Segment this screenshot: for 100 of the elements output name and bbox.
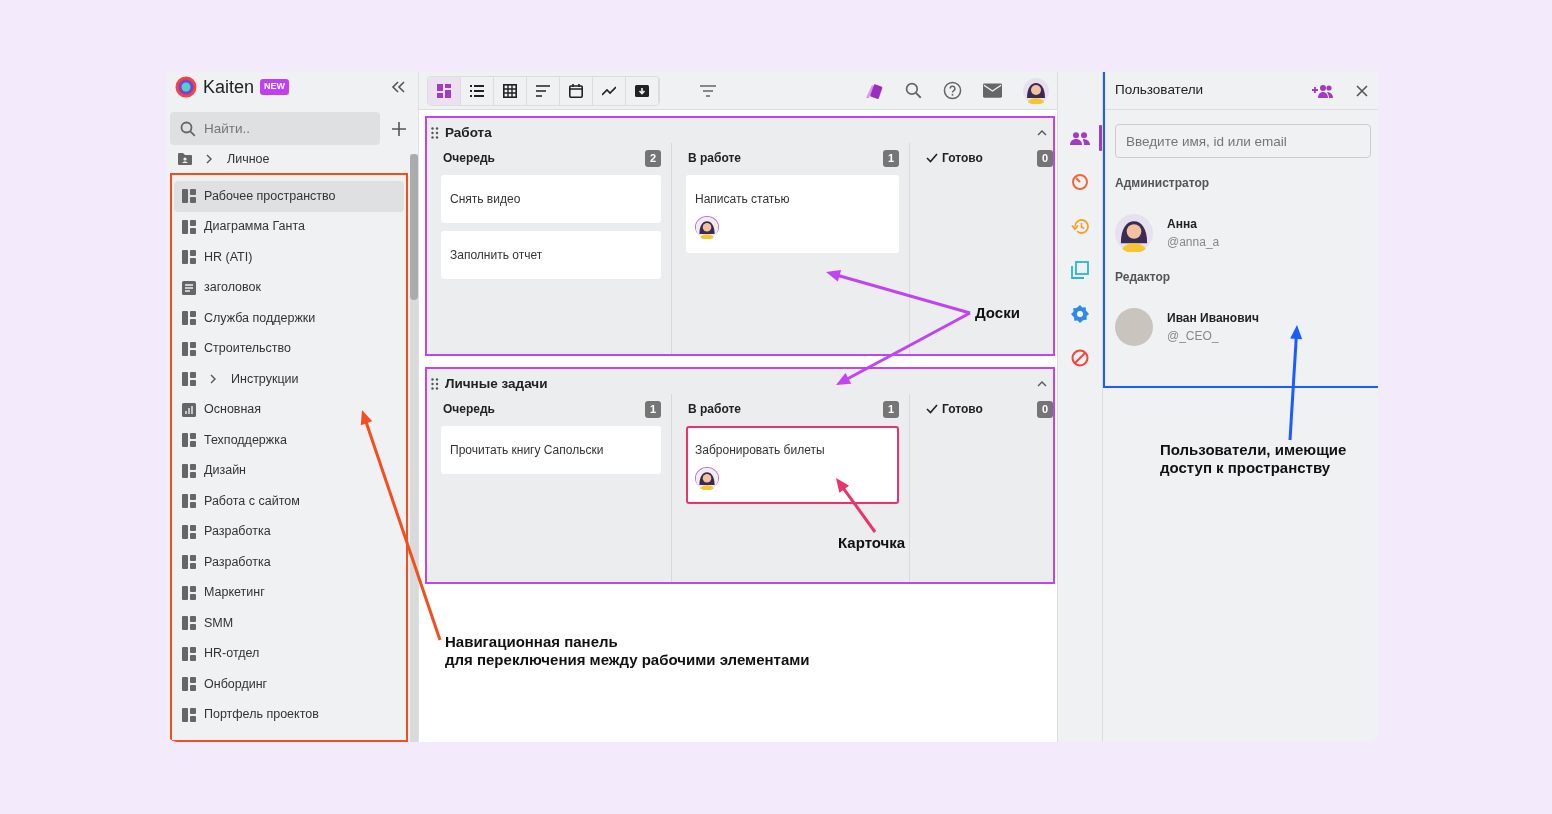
panel-title: Пользователи (1115, 81, 1204, 100)
board-title: Работа (445, 124, 492, 142)
board-icon (182, 585, 196, 600)
column-title: Готово (942, 401, 983, 419)
column-title: Очередь (443, 401, 495, 419)
user-avatar (695, 467, 719, 490)
task-card[interactable]: Прочитать книгу Сапольски (441, 426, 661, 475)
board-icon (182, 219, 196, 234)
card-title: Снять видео (450, 191, 522, 209)
sidebar-item[interactable]: Строительство (174, 333, 404, 364)
column-title: Очередь (443, 150, 495, 168)
chevron-right-icon[interactable] (210, 374, 217, 385)
column-count: 0 (1036, 150, 1053, 167)
annotation-label: Навигационная панель для переключения между рабочими элементами (445, 633, 810, 669)
sidebar-item[interactable]: Разработка (174, 547, 404, 578)
role-heading: Администратор (1115, 175, 1211, 192)
sidebar-item[interactable]: Личное (170, 145, 406, 173)
document-icon (182, 280, 196, 295)
user-name: Иван Иванович (1167, 310, 1259, 327)
drag-handle-icon[interactable] (431, 378, 439, 391)
task-card[interactable]: Снять видео (441, 175, 661, 224)
sidebar-item[interactable]: SMM (174, 608, 404, 639)
collapse-icon[interactable] (1037, 130, 1047, 137)
help-icon[interactable] (943, 81, 962, 100)
annotation-label: Пользователи, имеющие доступ к пространству (1160, 441, 1347, 477)
column-title: В работе (688, 401, 741, 419)
checkmark-icon (926, 153, 938, 164)
column-count: 1 (882, 401, 899, 418)
card-title: Заполнить отчет (450, 247, 544, 265)
board-icon (182, 463, 196, 478)
column-count: 1 (882, 150, 899, 167)
add-icon[interactable] (392, 121, 406, 136)
board-icon (182, 677, 196, 692)
column-title: В работе (688, 150, 741, 168)
user-handle: @anna_a (1167, 234, 1220, 251)
chart-icon (182, 402, 196, 417)
sidebar-item[interactable]: Онбординг (174, 669, 404, 700)
board-icon (182, 250, 196, 265)
folder-icon (178, 153, 192, 165)
sidebar-item[interactable]: Диаграмма Ганта (174, 211, 404, 242)
filter-icon[interactable] (700, 84, 716, 97)
column-count: 2 (644, 150, 661, 167)
chevron-right-icon[interactable] (206, 154, 213, 164)
role-heading: Редактор (1115, 269, 1172, 286)
user-avatar (1115, 214, 1153, 252)
sidebar-item[interactable]: Работа с сайтом (174, 486, 404, 517)
annotation-label: Карточка (838, 534, 906, 552)
sidebar-item[interactable]: HR (ATI) (174, 242, 404, 273)
sidebar-item[interactable]: Основная (174, 394, 404, 425)
new-badge: NEW (260, 79, 290, 95)
collapse-sidebar-icon[interactable] (390, 80, 406, 94)
checkmark-icon (926, 404, 938, 415)
user-avatar[interactable] (1023, 77, 1049, 104)
sidebar-item[interactable]: Портфель проектов (174, 699, 404, 730)
card-title: Написать статью (695, 191, 791, 209)
board-icon (182, 646, 196, 661)
sidebar-item[interactable]: Рабочее пространство (174, 181, 404, 212)
column-count: 0 (1036, 401, 1053, 418)
board-icon (182, 524, 196, 539)
search-field[interactable]: Найти.. (170, 112, 380, 145)
column-title: Готово (942, 150, 983, 168)
board-icon (182, 494, 196, 509)
task-card[interactable]: Забронировать билеты (686, 426, 899, 505)
user-avatar (695, 216, 719, 239)
close-icon[interactable] (1356, 84, 1368, 97)
card-title: Прочитать книгу Сапольски (450, 442, 605, 460)
board-icon (182, 311, 196, 326)
app-logo: Kaiten (203, 75, 255, 99)
column-count: 1 (644, 401, 661, 418)
sidebar-item[interactable]: HR-отдел (174, 638, 404, 669)
user-search-field[interactable]: Введите имя, id или email (1115, 124, 1371, 158)
mail-icon[interactable] (983, 83, 1002, 98)
board-icon (182, 433, 196, 448)
board-title: Личные задачи (445, 375, 548, 393)
scrollbar-thumb[interactable] (410, 154, 418, 300)
sidebar-item[interactable]: Инструкции (174, 364, 404, 395)
card-title: Забронировать билеты (695, 442, 826, 460)
collapse-icon[interactable] (1037, 381, 1047, 388)
photo-placeholder (1115, 308, 1153, 346)
boards-view-icon[interactable] (428, 76, 461, 105)
sidebar-item[interactable]: Техподдержка (174, 425, 404, 456)
drag-handle-icon[interactable] (431, 127, 439, 140)
board-icon (182, 189, 196, 204)
user-handle: @_CEO_ (1167, 328, 1220, 345)
board-icon (182, 707, 196, 722)
sidebar-item[interactable]: Служба поддержки (174, 303, 404, 334)
sidebar-item[interactable]: Дизайн (174, 455, 404, 486)
task-card[interactable]: Написать статью (686, 175, 899, 254)
add-user-icon[interactable] (1312, 83, 1334, 98)
board-icon (182, 616, 196, 631)
search-icon[interactable] (905, 82, 922, 99)
board-icon (182, 372, 196, 387)
annotation-label: Доски (975, 304, 1020, 322)
sidebar-item[interactable]: Разработка (174, 516, 404, 547)
sidebar-item[interactable]: Маркетинг (174, 577, 404, 608)
sidebar-item[interactable]: заголовок (174, 272, 404, 303)
task-card[interactable]: Заполнить отчет (441, 231, 661, 280)
user-name: Анна (1167, 216, 1198, 233)
cards-icon[interactable] (864, 81, 884, 100)
search-icon (180, 121, 196, 137)
